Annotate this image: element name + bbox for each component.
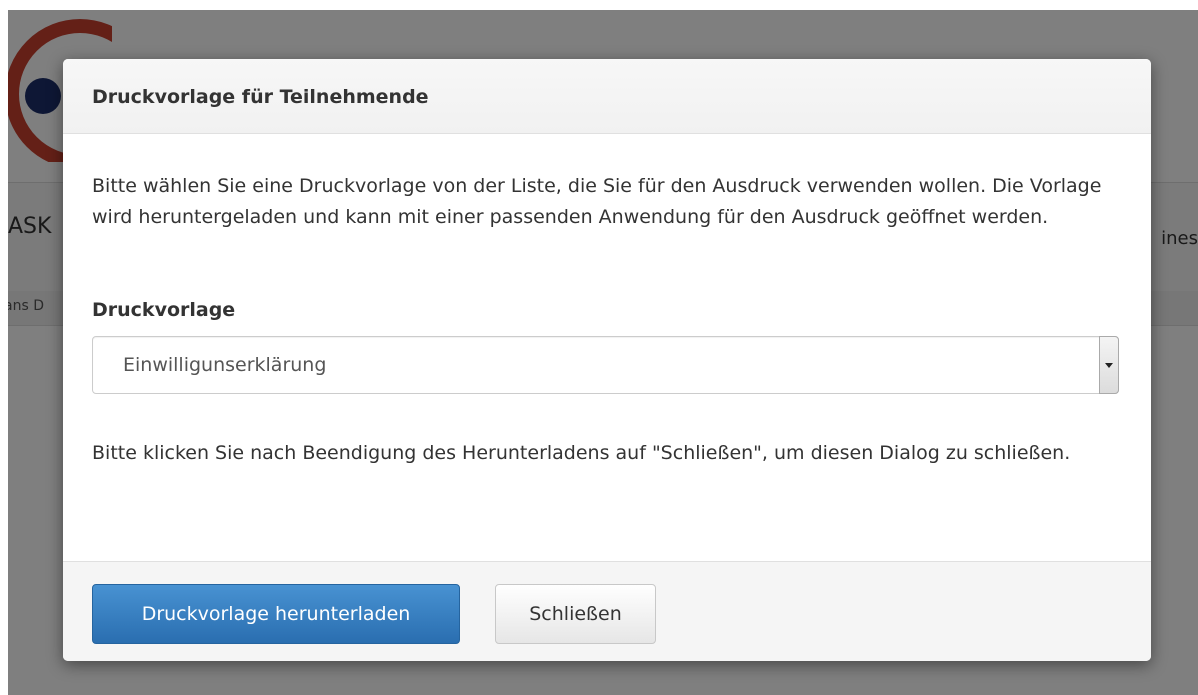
chevron-down-icon[interactable] — [1099, 336, 1119, 394]
template-select[interactable]: Einwilligunserklärung — [92, 336, 1119, 394]
dialog-intro-text: Bitte wählen Sie eine Druckvorlage von d… — [92, 175, 1102, 228]
page-top-strip — [0, 0, 1198, 10]
template-field-label: Druckvorlage — [92, 299, 236, 321]
page-left-strip — [0, 0, 8, 695]
download-template-button[interactable]: Druckvorlage herunterladen — [92, 584, 460, 644]
print-template-dialog: Druckvorlage für Teilnehmende Bitte wähl… — [63, 59, 1151, 661]
page: ASK ines ans D Druckvorlage für Teilnehm… — [0, 0, 1198, 695]
close-button[interactable]: Schließen — [495, 584, 656, 644]
dialog-footer: Druckvorlage herunterladen Schließen — [63, 561, 1151, 661]
dialog-header: Druckvorlage für Teilnehmende — [63, 59, 1151, 134]
dialog-close-hint-text: Bitte klicken Sie nach Beendigung des He… — [92, 442, 1071, 464]
template-select-value: Einwilligunserklärung — [123, 354, 327, 376]
dialog-title: Druckvorlage für Teilnehmende — [92, 86, 429, 108]
